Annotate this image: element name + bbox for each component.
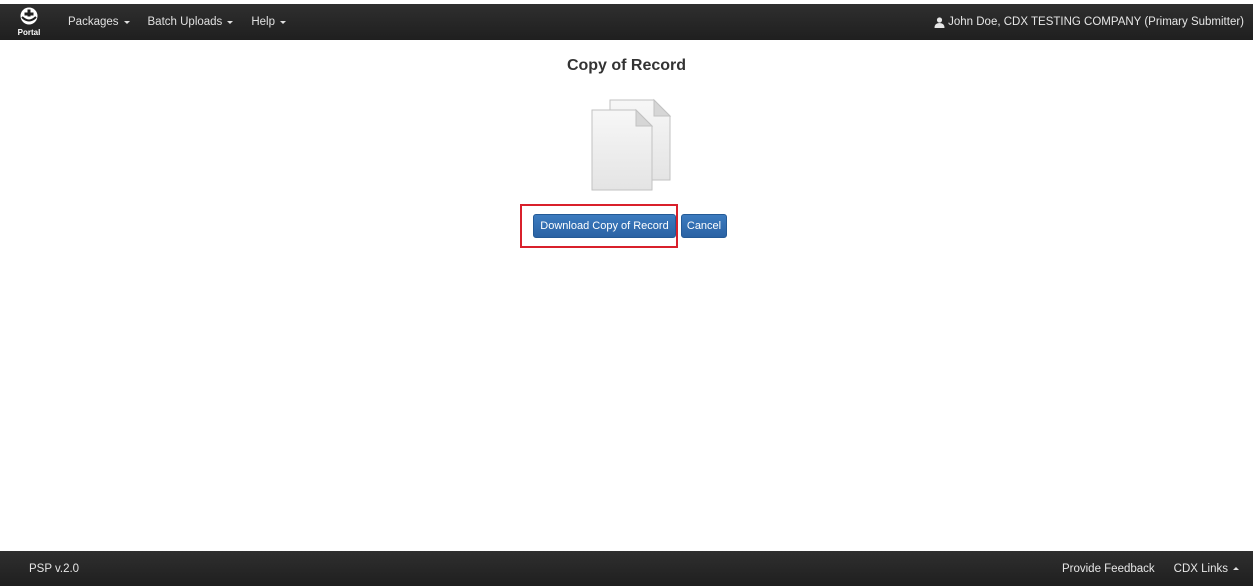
nav-help-label: Help <box>251 16 275 28</box>
caret-down-icon <box>123 21 130 24</box>
download-copy-of-record-button[interactable]: Download Copy of Record <box>533 214 676 238</box>
footer-links: Provide Feedback CDX Links <box>1043 551 1239 586</box>
user-menu[interactable]: John Doe, CDX TESTING COMPANY (Primary S… <box>934 4 1244 40</box>
nav-batch-uploads-label: Batch Uploads <box>147 16 223 28</box>
provide-feedback-link[interactable]: Provide Feedback <box>1062 563 1155 575</box>
cancel-button[interactable]: Cancel <box>681 214 727 238</box>
provide-feedback-label: Provide Feedback <box>1061 562 1155 575</box>
caret-down-icon <box>279 21 286 24</box>
nav-menu: Packages Batch Uploads Help <box>68 16 304 28</box>
document-copies-icon <box>591 98 672 191</box>
cdx-links-label: CDX Links <box>1173 562 1228 575</box>
nav-help-dropdown[interactable]: Help <box>251 16 286 28</box>
top-navbar: Portal Packages Batch Uploads Help John … <box>0 4 1253 40</box>
nav-packages-label: Packages <box>68 16 119 28</box>
brand-text: Portal <box>17 28 41 37</box>
caret-up-icon <box>1233 566 1239 570</box>
user-name: John Doe, CDX TESTING COMPANY (Primary S… <box>948 16 1244 28</box>
nav-packages-dropdown[interactable]: Packages <box>68 16 130 28</box>
portal-home-link[interactable]: Portal <box>7 4 51 40</box>
user-icon <box>934 16 945 28</box>
cdx-links-dropdown[interactable]: CDX Links <box>1174 563 1239 575</box>
portal-logo-icon <box>20 7 38 25</box>
caret-down-icon <box>227 21 234 24</box>
nav-batch-uploads-dropdown[interactable]: Batch Uploads <box>148 16 234 28</box>
footer: PSP v.2.0 Provide Feedback CDX Links <box>0 551 1253 586</box>
page-title: Copy of Record <box>566 57 687 74</box>
version-label: PSP v.2.0 <box>29 562 80 575</box>
